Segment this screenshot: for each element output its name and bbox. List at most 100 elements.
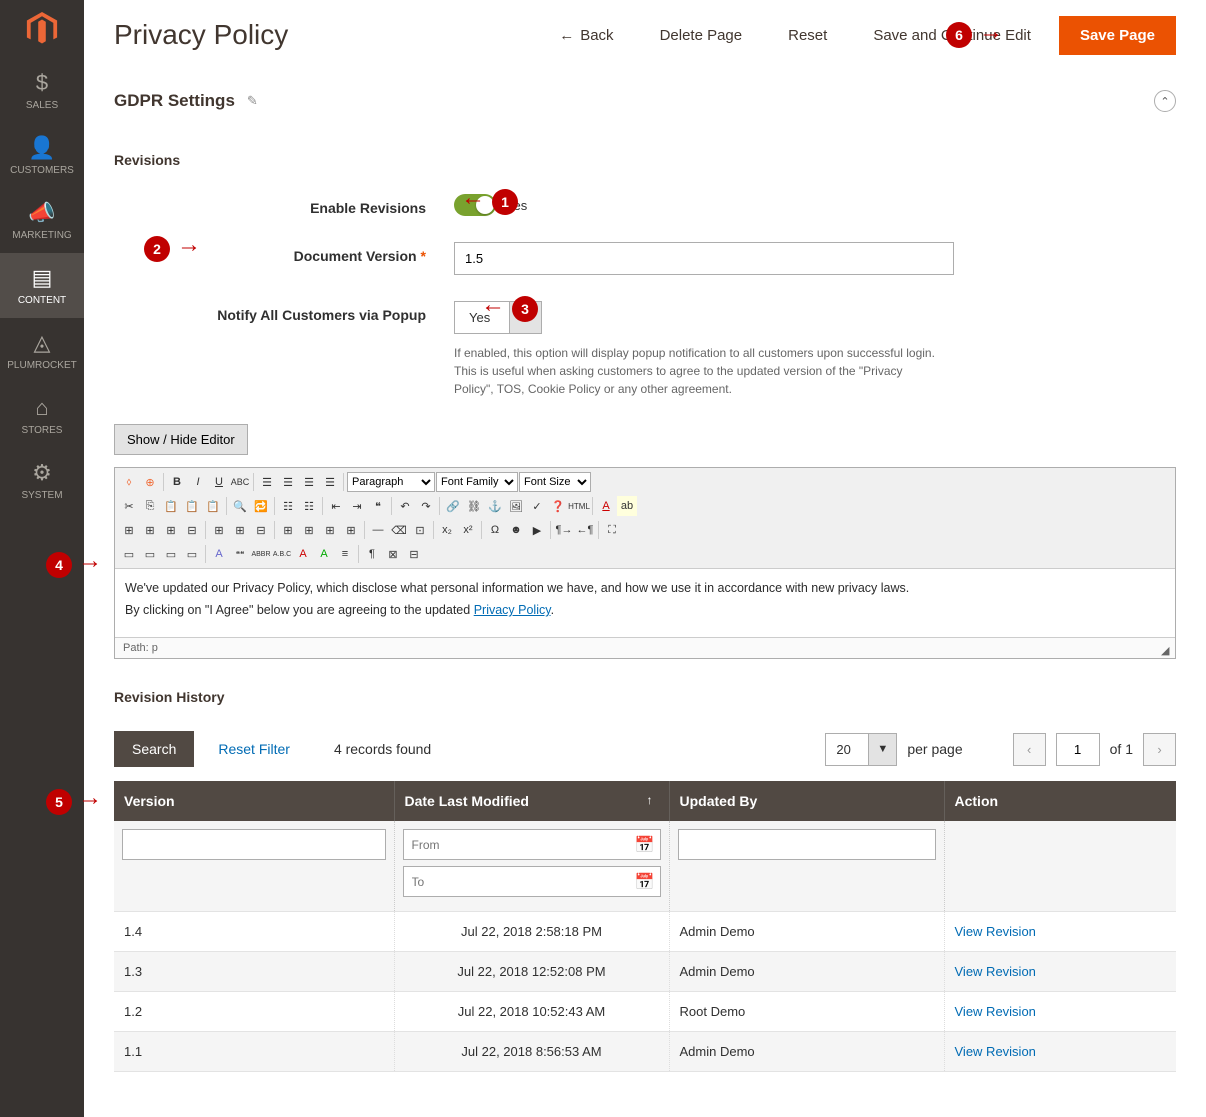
tb-charmap-icon[interactable]: Ω: [485, 520, 505, 540]
tb-delete-col-icon[interactable]: ⊟: [251, 520, 271, 540]
tb-delete-row-icon[interactable]: ⊟: [182, 520, 202, 540]
tb-redo-icon[interactable]: ↷: [416, 496, 436, 516]
tb-magento-icon[interactable]: ⬨: [119, 472, 139, 492]
tb-subscript-icon[interactable]: x₂: [437, 520, 457, 540]
magento-logo[interactable]: [0, 0, 84, 58]
tb-remove-format-icon[interactable]: ⌫: [389, 520, 409, 540]
tb-movebackward-icon[interactable]: ▭: [161, 544, 181, 564]
tb-table-icon[interactable]: ⊞: [119, 520, 139, 540]
resize-handle-icon[interactable]: ◢: [1161, 644, 1175, 658]
tb-layer-icon[interactable]: ▭: [119, 544, 139, 564]
tb-html-icon[interactable]: HTML: [569, 496, 589, 516]
nav-stores[interactable]: ⌂ STORES: [0, 383, 84, 448]
tb-indent-icon[interactable]: ⇥: [347, 496, 367, 516]
tb-paste-text-icon[interactable]: 📋: [182, 496, 202, 516]
view-revision-link[interactable]: View Revision: [955, 1004, 1036, 1019]
calendar-icon[interactable]: 📅: [635, 872, 655, 892]
tb-help-icon[interactable]: ❓: [548, 496, 568, 516]
tb-copy-icon[interactable]: ⎘: [140, 496, 160, 516]
tb-col-after-icon[interactable]: ⊞: [230, 520, 250, 540]
doc-version-input[interactable]: [454, 242, 954, 275]
tb-strike-icon[interactable]: ABC: [230, 472, 250, 492]
tb-paste-icon[interactable]: 📋: [161, 496, 181, 516]
tb-cut-icon[interactable]: ✂: [119, 496, 139, 516]
tb-align-justify-icon[interactable]: ☰: [320, 472, 340, 492]
tb-outdent-icon[interactable]: ⇤: [326, 496, 346, 516]
filter-date-to-input[interactable]: [403, 866, 661, 897]
tb-widget-icon[interactable]: ⊕: [140, 472, 160, 492]
reset-button[interactable]: Reset: [770, 19, 845, 52]
tb-fontsize-select[interactable]: Font Size: [519, 472, 591, 492]
tb-moveforward-icon[interactable]: ▭: [140, 544, 160, 564]
tb-cleanup-icon[interactable]: ✓: [527, 496, 547, 516]
editor-content[interactable]: We've updated our Privacy Policy, which …: [115, 569, 1175, 637]
view-revision-link[interactable]: View Revision: [955, 964, 1036, 979]
tb-ins-icon[interactable]: A: [314, 544, 334, 564]
tb-align-left-icon[interactable]: ☰: [257, 472, 277, 492]
filter-version-input[interactable]: [122, 829, 386, 860]
tb-undo-icon[interactable]: ↶: [395, 496, 415, 516]
per-page-select[interactable]: 20 ▼: [825, 733, 897, 766]
nav-marketing[interactable]: 📣 MARKETING: [0, 188, 84, 253]
col-updated-by[interactable]: Updated By: [669, 781, 944, 821]
tb-abbr-icon[interactable]: ABBR: [251, 544, 271, 564]
tb-forecolor-icon[interactable]: A: [596, 496, 616, 516]
tb-col-before-icon[interactable]: ⊞: [209, 520, 229, 540]
tb-cite-icon[interactable]: ❝❝: [230, 544, 250, 564]
save-page-button[interactable]: Save Page: [1059, 16, 1176, 55]
tb-anchor-icon[interactable]: ⚓: [485, 496, 505, 516]
privacy-policy-link[interactable]: Privacy Policy: [474, 603, 551, 617]
reset-filter-link[interactable]: Reset Filter: [218, 741, 290, 757]
tb-styleprops-icon[interactable]: A: [209, 544, 229, 564]
col-version[interactable]: Version: [114, 781, 394, 821]
tb-blockquote-icon[interactable]: ❝: [368, 496, 388, 516]
tb-del-icon[interactable]: A: [293, 544, 313, 564]
tb-replace-icon[interactable]: 🔁: [251, 496, 271, 516]
pencil-icon[interactable]: ✎: [247, 93, 258, 109]
tb-pagebreak-icon[interactable]: ⊟: [404, 544, 424, 564]
tb-unlink-icon[interactable]: ⛓: [464, 496, 484, 516]
delete-page-button[interactable]: Delete Page: [642, 19, 761, 52]
tb-split-cells-icon[interactable]: ⊞: [278, 520, 298, 540]
tb-nonbreaking-icon[interactable]: ⊠: [383, 544, 403, 564]
tb-align-right-icon[interactable]: ☰: [299, 472, 319, 492]
tb-format-select[interactable]: Paragraph: [347, 472, 435, 492]
tb-absolute-icon[interactable]: ▭: [182, 544, 202, 564]
view-revision-link[interactable]: View Revision: [955, 1044, 1036, 1059]
tb-italic-icon[interactable]: I: [188, 472, 208, 492]
tb-row-before-icon[interactable]: ⊞: [140, 520, 160, 540]
tb-number-list-icon[interactable]: ☷: [299, 496, 319, 516]
tb-underline-icon[interactable]: U: [209, 472, 229, 492]
tb-cell-props-icon[interactable]: ⊞: [341, 520, 361, 540]
tb-rtl-icon[interactable]: ←¶: [575, 520, 595, 540]
tb-align-center-icon[interactable]: ☰: [278, 472, 298, 492]
tb-media-icon[interactable]: ▶: [527, 520, 547, 540]
nav-sales[interactable]: $ SALES: [0, 58, 84, 123]
nav-plumrocket[interactable]: ◬ PLUMROCKET: [0, 318, 84, 383]
tb-fontfamily-select[interactable]: Font Family: [436, 472, 518, 492]
tb-visualchars-icon[interactable]: ¶: [362, 544, 382, 564]
show-hide-editor-button[interactable]: Show / Hide Editor: [114, 424, 248, 455]
tb-acronym-icon[interactable]: A.B.C: [272, 544, 292, 564]
filter-date-from-input[interactable]: [403, 829, 661, 860]
tb-link-icon[interactable]: 🔗: [443, 496, 463, 516]
view-revision-link[interactable]: View Revision: [955, 924, 1036, 939]
search-button[interactable]: Search: [114, 731, 194, 767]
tb-image-icon[interactable]: 🖼: [506, 496, 526, 516]
tb-superscript-icon[interactable]: x²: [458, 520, 478, 540]
tb-fullscreen-icon[interactable]: ⛶: [602, 520, 622, 540]
nav-system[interactable]: ⚙ SYSTEM: [0, 448, 84, 513]
tb-ltr-icon[interactable]: ¶→: [554, 520, 574, 540]
tb-bold-icon[interactable]: B: [167, 472, 187, 492]
tb-hr-icon[interactable]: —: [368, 520, 388, 540]
next-page-button[interactable]: ›: [1143, 733, 1176, 766]
tb-paste-word-icon[interactable]: 📋: [203, 496, 223, 516]
tb-row-after-icon[interactable]: ⊞: [161, 520, 181, 540]
tb-attribs-icon[interactable]: ≡: [335, 544, 355, 564]
tb-merge-cells-icon[interactable]: ⊞: [299, 520, 319, 540]
tb-find-icon[interactable]: 🔍: [230, 496, 250, 516]
collapse-toggle[interactable]: ⌃: [1154, 90, 1176, 112]
tb-bullet-list-icon[interactable]: ☷: [278, 496, 298, 516]
nav-content[interactable]: ▤ CONTENT: [0, 253, 84, 318]
calendar-icon[interactable]: 📅: [635, 835, 655, 855]
